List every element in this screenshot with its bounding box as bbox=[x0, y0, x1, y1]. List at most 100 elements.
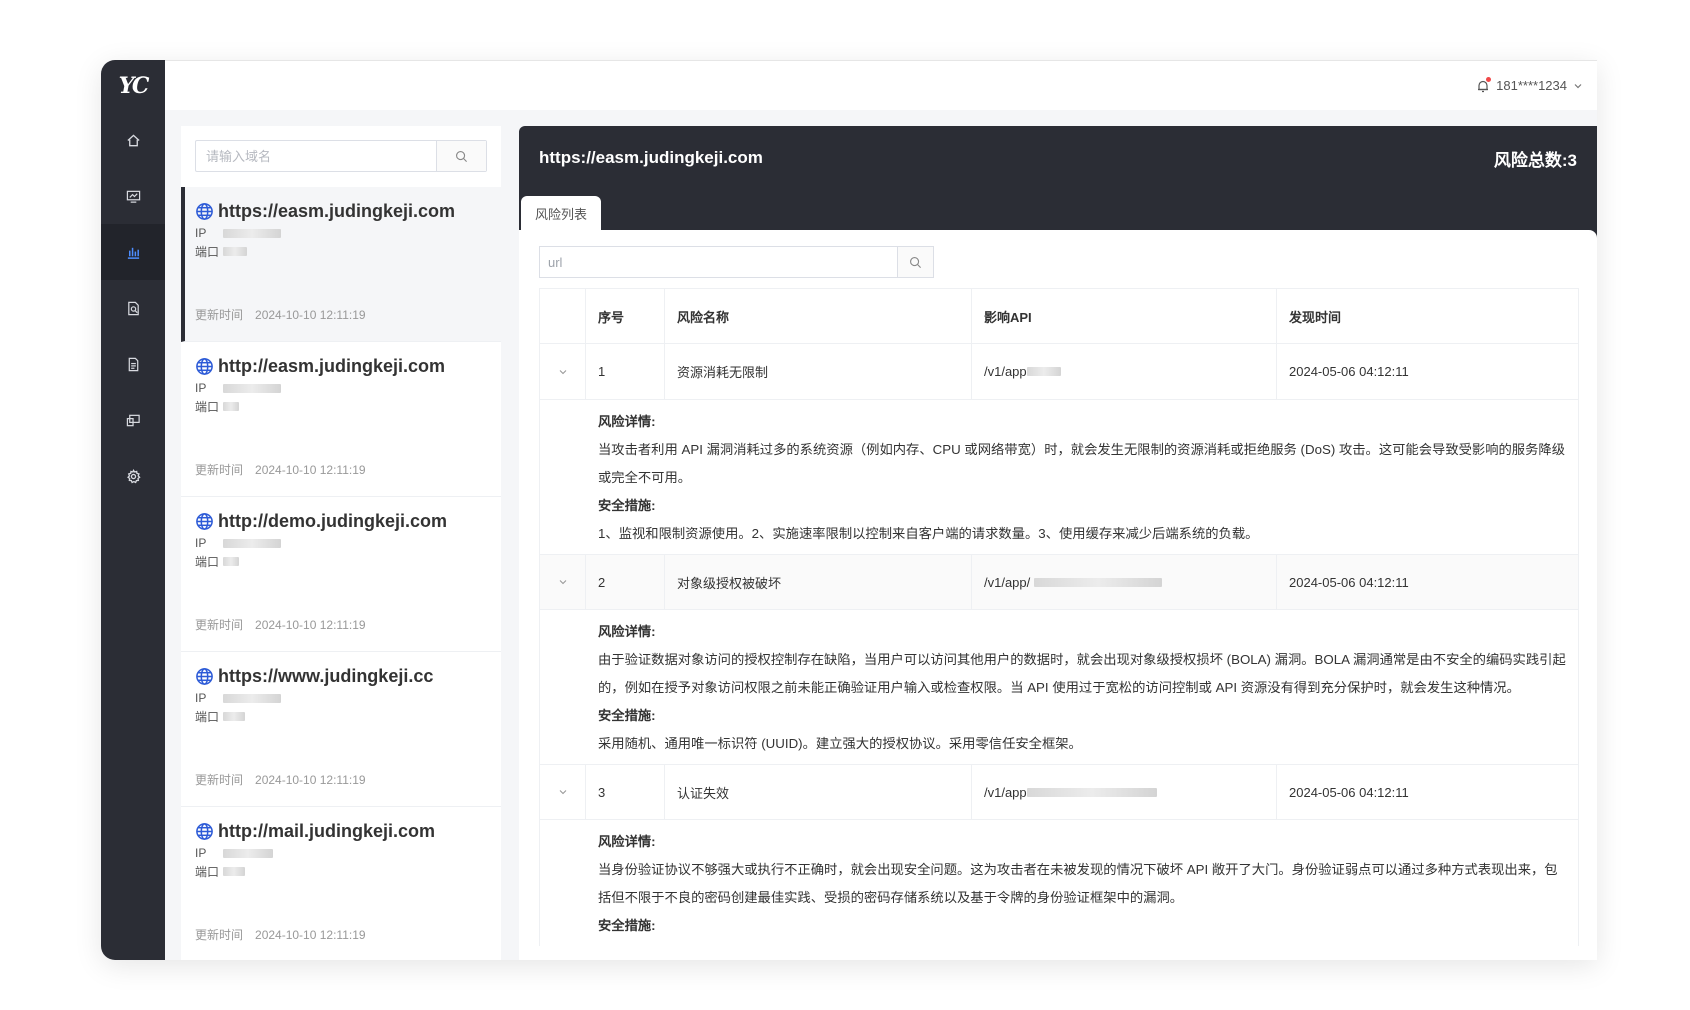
risk-detail-panel: 风险详情: 由于验证数据对象访问的授权控制存在缺陷，当用户可以访问其他用户的数据… bbox=[540, 610, 1578, 764]
domain-url: https://www.judingkeji.cc bbox=[218, 666, 434, 686]
domain-search bbox=[195, 140, 487, 172]
ip-value-redacted bbox=[223, 228, 281, 238]
api-redacted bbox=[1026, 367, 1061, 376]
domain-card[interactable]: https://easm.judingkeji.com IP 端口 更新时间 20… bbox=[181, 187, 501, 342]
domain-panel: https://easm.judingkeji.com IP 端口 更新时间 20… bbox=[181, 126, 501, 960]
bar-chart-icon bbox=[127, 247, 139, 259]
cell-name: 资源消耗无限制 bbox=[665, 344, 972, 399]
table-row[interactable]: 1 资源消耗无限制 /v1/app 2024-05-06 04:12:11 bbox=[540, 344, 1578, 400]
port-label: 端口 bbox=[195, 554, 220, 569]
tab-risk-list[interactable]: 风险列表 bbox=[521, 196, 602, 230]
risk-panel-body: 序号 风险名称 影响API 发现时间 1 资源消耗无限制 /v1/app 202… bbox=[519, 230, 1597, 960]
chevron-down-icon bbox=[1574, 83, 1582, 88]
updated-label: 更新时间 bbox=[195, 463, 244, 477]
domain-card[interactable]: http://mail.judingkeji.com IP 端口 更新时间 202… bbox=[181, 807, 501, 960]
updated-time: 2024-10-10 12:11:19 bbox=[255, 928, 366, 942]
search-icon bbox=[456, 150, 468, 162]
document-icon bbox=[128, 357, 138, 371]
url-search-button[interactable] bbox=[897, 247, 933, 277]
user-menu[interactable]: 181****1234 bbox=[1476, 76, 1583, 93]
domain-url: http://mail.judingkeji.com bbox=[218, 821, 436, 841]
ip-label: IP bbox=[195, 226, 207, 240]
col-header-time: 发现时间 bbox=[1289, 309, 1342, 325]
domain-list: https://easm.judingkeji.com IP 端口 更新时间 20… bbox=[181, 187, 501, 960]
row-expand-toggle[interactable] bbox=[540, 765, 586, 819]
detail-text: 当身份验证协议不够强大或执行不正确时，就会出现安全问题。这为攻击者在未被发现的情… bbox=[598, 862, 1558, 905]
cell-no: 1 bbox=[586, 344, 665, 399]
nav-monitor[interactable] bbox=[101, 168, 165, 224]
updated-label: 更新时间 bbox=[195, 928, 244, 942]
url-search-input[interactable] bbox=[540, 247, 897, 277]
cell-time: 2024-05-06 04:12:11 bbox=[1289, 574, 1409, 590]
monitor-icon bbox=[126, 190, 140, 203]
table-row[interactable]: 2 对象级授权被破坏 /v1/app/ 2024-05-06 04:12:11 bbox=[540, 554, 1578, 610]
updated-label: 更新时间 bbox=[195, 618, 244, 632]
nav-analytics[interactable] bbox=[101, 224, 165, 280]
nav-home[interactable] bbox=[101, 112, 165, 168]
notification-dot bbox=[1486, 76, 1492, 82]
measure-text: 采用随机、通用唯一标识符 (UUID)。建立强大的授权协议。采用零信任安全框架。 bbox=[598, 736, 1082, 751]
nav-devices[interactable] bbox=[101, 392, 165, 448]
api-redacted bbox=[1026, 787, 1157, 797]
row-expand-toggle[interactable] bbox=[540, 344, 586, 399]
api-redacted bbox=[1034, 577, 1163, 587]
ip-label: IP bbox=[195, 536, 207, 550]
username: 181****1234 bbox=[1496, 78, 1567, 93]
measure-label: 安全措施: bbox=[598, 498, 656, 513]
port-value-redacted bbox=[223, 711, 245, 721]
nav-document[interactable] bbox=[101, 336, 165, 392]
chevron-down-icon bbox=[559, 369, 566, 374]
cell-name: 对象级授权被破坏 bbox=[665, 555, 972, 609]
app-window: YC 181****1234 请输入域名 https://easm.juding… bbox=[101, 60, 1597, 960]
ip-label: IP bbox=[195, 846, 207, 860]
risk-total: 风险总数:3 bbox=[1493, 150, 1577, 170]
cell-api: /v1/app bbox=[972, 344, 1277, 399]
search-icon bbox=[910, 256, 922, 268]
updated-label: 更新时间 bbox=[195, 773, 244, 787]
cell-no: 2 bbox=[586, 555, 665, 609]
risk-panel: https://easm.judingkeji.com 风险总数:3 风险列表 … bbox=[519, 126, 1597, 960]
domain-search-button[interactable] bbox=[436, 141, 486, 171]
detail-label: 风险详情: bbox=[598, 624, 656, 639]
ip-value-redacted bbox=[223, 693, 281, 703]
logo: YC bbox=[118, 73, 150, 99]
measure-label: 安全措施: bbox=[598, 918, 656, 933]
col-header-no: 序号 bbox=[586, 289, 665, 343]
api-path: /v1/app/ bbox=[984, 574, 1031, 590]
detail-text: 由于验证数据对象访问的授权控制存在缺陷，当用户可以访问其他用户的数据时，就会出现… bbox=[598, 652, 1566, 695]
globe-icon bbox=[196, 358, 213, 375]
gear-icon bbox=[126, 468, 141, 483]
home-icon bbox=[126, 133, 140, 146]
risk-detail-panel: 风险详情: 当身份验证协议不够强大或执行不正确时，就会出现安全问题。这为攻击者在… bbox=[540, 820, 1578, 946]
port-label: 端口 bbox=[195, 864, 220, 879]
updated-time: 2024-10-10 12:11:19 bbox=[255, 618, 366, 632]
domain-url: http://demo.judingkeji.com bbox=[218, 511, 447, 531]
cell-api: /v1/app bbox=[972, 765, 1277, 819]
table-row[interactable]: 3 认证失效 /v1/app 2024-05-06 04:12:11 bbox=[540, 764, 1578, 820]
domain-card[interactable]: http://easm.judingkeji.com IP 端口 更新时间 202… bbox=[181, 342, 501, 497]
domain-card[interactable]: http://demo.judingkeji.com IP 端口 更新时间 202… bbox=[181, 497, 501, 652]
report-search-icon bbox=[127, 301, 139, 315]
nav-settings[interactable] bbox=[101, 448, 165, 504]
port-value-redacted bbox=[223, 401, 239, 411]
cell-time: 2024-05-06 04:12:11 bbox=[1289, 784, 1409, 800]
api-path: /v1/app bbox=[984, 364, 1027, 379]
domain-search-input[interactable] bbox=[196, 141, 436, 171]
col-header-name: 风险名称 bbox=[665, 289, 972, 343]
updated-time: 2024-10-10 12:11:19 bbox=[255, 463, 366, 477]
ip-label: IP bbox=[195, 381, 207, 395]
bell-icon[interactable] bbox=[1476, 76, 1492, 93]
risk-detail-panel: 风险详情: 当攻击者利用 API 漏洞消耗过多的系统资源（例如内存、CPU 或网… bbox=[540, 400, 1578, 554]
port-label: 端口 bbox=[195, 709, 220, 724]
row-expand-toggle[interactable] bbox=[540, 555, 586, 609]
updated-time: 2024-10-10 12:11:19 bbox=[255, 773, 366, 787]
page-title: https://easm.judingkeji.com bbox=[539, 148, 763, 167]
domain-url: https://easm.judingkeji.com bbox=[218, 201, 456, 221]
measure-label: 安全措施: bbox=[598, 708, 656, 723]
url-search bbox=[539, 246, 934, 278]
ip-value-redacted bbox=[223, 848, 273, 858]
globe-icon bbox=[196, 513, 213, 530]
devices-icon bbox=[126, 414, 140, 426]
domain-card[interactable]: https://www.judingkeji.cc IP 端口 更新时间 2024… bbox=[181, 652, 501, 807]
nav-report[interactable] bbox=[101, 280, 165, 336]
